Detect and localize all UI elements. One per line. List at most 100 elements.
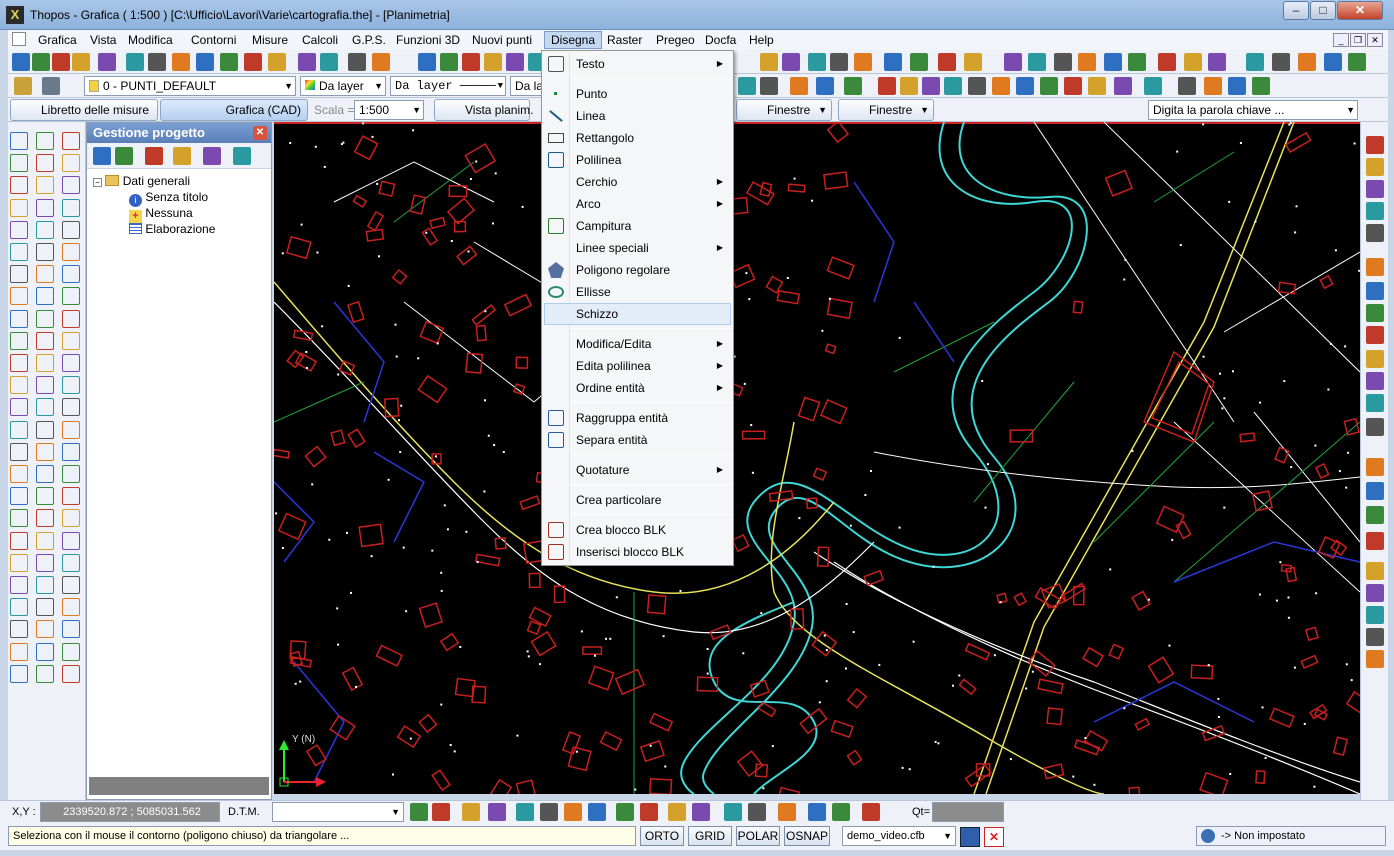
draw-tool-10-0-icon[interactable] [10,354,28,372]
status-tool-7-icon[interactable] [564,803,582,821]
draw-tool-23-0-icon[interactable] [10,642,28,661]
draw-tool-13-1-icon[interactable] [36,420,54,439]
draw-tool-6-1-icon[interactable] [36,265,54,284]
draw-tool-1-2-icon[interactable] [62,154,80,173]
draw-tool-9-2-icon[interactable] [62,331,80,350]
tool-13-icon[interactable] [1078,53,1096,71]
zoom-in-icon[interactable] [418,53,436,71]
draw-tool-1-0-icon[interactable] [10,154,28,173]
draw-tool-2-0-icon[interactable] [10,176,28,195]
tool-9-icon[interactable] [964,53,982,71]
tool-1-icon[interactable] [760,53,778,71]
pen-icon[interactable] [348,53,366,71]
tool-b17-icon[interactable] [1144,77,1162,95]
tool-16-icon[interactable] [1158,53,1176,71]
menu-item-testo[interactable]: Testo ▶ [544,53,731,75]
draw-tool-24-0-icon[interactable] [10,664,28,683]
close-button[interactable]: ✕ [1337,1,1383,20]
draw-tool-8-2-icon[interactable] [62,309,80,328]
menu-item-schizzo[interactable]: Schizzo [544,303,731,325]
tool-b4-icon[interactable] [816,77,834,95]
status-tool-14-icon[interactable] [748,803,766,821]
vista-planim-button[interactable]: Vista planim. [434,99,533,121]
tool-b10-icon[interactable] [968,77,986,95]
draw-tool-22-0-icon[interactable] [10,620,28,639]
edit-icon[interactable] [320,53,338,71]
status-tool-8-icon[interactable] [588,803,606,821]
menu-help[interactable]: Help [743,31,780,49]
draw-tool-9-0-icon[interactable] [10,331,28,350]
right-tool-20-icon[interactable] [1366,606,1384,624]
draw-tool-3-2-icon[interactable] [62,198,80,217]
right-tool-12-icon[interactable] [1366,394,1384,412]
draw-tool-12-2-icon[interactable] [62,398,80,417]
dxf-export-icon[interactable] [220,53,238,71]
mdi-close-button[interactable]: ✕ [1367,33,1383,47]
draw-tool-15-1-icon[interactable] [36,465,54,483]
copy-icon[interactable] [148,53,166,71]
draw-tool-16-0-icon[interactable] [10,487,28,506]
draw-tool-11-2-icon[interactable] [62,376,80,395]
tool-21-icon[interactable] [1298,53,1316,71]
draw-tool-14-1-icon[interactable] [36,442,54,461]
draw-tool-2-1-icon[interactable] [36,176,54,195]
status-tool-13-icon[interactable] [724,803,742,821]
status-tool-1-icon[interactable] [410,803,428,821]
draw-tool-22-2-icon[interactable] [62,620,80,639]
linetype-combo[interactable]: Da layer ───── ▼ [390,76,506,96]
status-tool-9-icon[interactable] [616,803,634,821]
menu-misure[interactable]: Misure [246,31,294,49]
right-tool-2-icon[interactable] [1366,158,1384,176]
draw-tool-16-2-icon[interactable] [62,487,80,506]
status-tool-18-icon[interactable] [862,803,880,821]
tree-item-nessuna[interactable]: + Nessuna [129,205,193,223]
undo-icon[interactable] [98,53,116,71]
draw-tool-7-0-icon[interactable] [10,287,28,306]
right-tool-14-icon[interactable] [1366,458,1384,476]
menu-disegna[interactable]: Disegna [544,31,603,49]
draw-tool-14-0-icon[interactable] [10,442,28,461]
dxf-import-icon[interactable] [244,53,262,71]
save-icon[interactable] [52,53,70,71]
draw-tool-12-0-icon[interactable] [10,398,28,417]
right-tool-15-icon[interactable] [1366,482,1384,500]
panel-tool-1-icon[interactable] [93,147,111,165]
menu-item-ordine-entit-[interactable]: Ordine entità ▶ [544,377,731,399]
dtm-combo[interactable]: ▼ [272,802,404,822]
draw-tool-18-1-icon[interactable] [36,531,54,550]
tool-b18-icon[interactable] [1178,77,1196,95]
tool-8-icon[interactable] [938,53,956,71]
menu-item-inserisci-blocco-blk[interactable]: Inserisci blocco BLK [544,541,731,563]
draw-tool-14-2-icon[interactable] [62,442,80,461]
new-icon[interactable] [12,53,30,71]
menu-contorni[interactable]: Contorni [185,31,242,49]
draw-tool-17-1-icon[interactable] [36,509,54,528]
tree-root[interactable]: − Dati generali [93,173,190,189]
folder-icon[interactable] [72,53,90,71]
draw-tool-5-1-icon[interactable] [36,243,54,261]
draw-tool-20-1-icon[interactable] [36,576,54,594]
mdi-minimize-button[interactable]: _ [1333,33,1349,47]
draw-tool-1-1-icon[interactable] [36,154,54,173]
panel-tool-5-icon[interactable] [203,147,221,165]
zoom-pan-icon[interactable] [484,53,502,71]
grid-button[interactable]: GRID [688,826,732,846]
print-icon[interactable] [196,53,214,71]
tool-b1-icon[interactable] [738,77,756,95]
zoom-window-icon[interactable] [462,53,480,71]
draw-tool-11-0-icon[interactable] [10,376,28,395]
tool-20-icon[interactable] [1272,53,1290,71]
open-icon[interactable] [32,53,50,71]
move-icon[interactable] [372,53,390,71]
menu-item-crea-particolare[interactable]: Crea particolare [544,489,731,511]
draw-tool-15-2-icon[interactable] [62,465,80,483]
right-tool-5-icon[interactable] [1366,224,1384,242]
draw-tool-8-0-icon[interactable] [10,309,28,328]
panel-close-icon[interactable]: ✕ [253,126,267,140]
right-tool-7-icon[interactable] [1366,282,1384,300]
menu-item-cerchio[interactable]: Cerchio ▶ [544,171,731,193]
draw-tool-9-1-icon[interactable] [36,331,54,350]
tool-b16-icon[interactable] [1114,77,1132,95]
tool-18-icon[interactable] [1208,53,1226,71]
draw-tool-6-0-icon[interactable] [10,265,28,284]
